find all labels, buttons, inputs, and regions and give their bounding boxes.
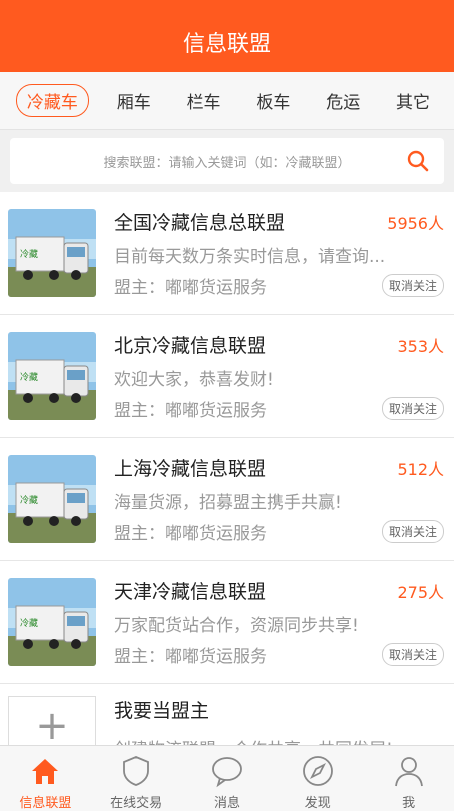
app-header: 信息联盟 [0, 0, 454, 72]
unfollow-button[interactable]: 取消关注 [381, 520, 444, 543]
category-tabs: 冷藏车 厢车 栏车 板车 危运 其它 [0, 72, 454, 130]
search-placeholder: 搜索联盟：请输入关键词（如：冷藏联盟） [103, 155, 351, 171]
item-owner: 盟主：嘟嘟货运服务 [114, 401, 267, 421]
unfollow-button[interactable]: 取消关注 [381, 274, 444, 297]
item-owner: 盟主：嘟嘟货运服务 [114, 647, 267, 667]
nav-messages[interactable]: 消息 [183, 754, 271, 811]
nav-label: 我 [402, 796, 416, 811]
svg-text:冷藏: 冷藏 [20, 248, 38, 260]
truck-thumbnail: 冷藏 [8, 209, 96, 297]
create-alliance-title: 我要当盟主 [114, 700, 210, 722]
truck-thumbnail: 冷藏 [8, 332, 96, 420]
list-item[interactable]: 冷藏 北京冷藏信息联盟 353人 欢迎大家，恭喜发财! 盟主：嘟嘟货运服务 取消… [0, 315, 454, 438]
list-item[interactable]: 冷藏 全国冷藏信息总联盟 5956人 目前每天数万条实时信息，请查询... 盟主… [0, 192, 454, 315]
tab-stake-truck[interactable]: 栏车 [179, 84, 229, 117]
page-title: 信息联盟 [182, 32, 271, 57]
shield-icon [123, 756, 150, 786]
bottom-nav: 信息联盟 在线交易 消息 发现 我 [0, 745, 454, 811]
nav-label: 发现 [304, 796, 331, 811]
svg-text:冷藏: 冷藏 [20, 371, 38, 383]
truck-thumbnail: 冷藏 [8, 455, 96, 543]
item-description: 万家配货站合作，资源同步共享! [114, 615, 359, 636]
item-title: 天津冷藏信息联盟 [114, 581, 267, 603]
tab-refrigerated[interactable]: 冷藏车 [15, 84, 89, 117]
member-count: 275人 [397, 582, 444, 602]
svg-text:冷藏: 冷藏 [20, 617, 38, 629]
compass-icon [302, 756, 333, 786]
unfollow-button[interactable]: 取消关注 [381, 643, 444, 666]
chat-icon [212, 757, 242, 788]
item-title: 全国冷藏信息总联盟 [114, 212, 286, 234]
list-item[interactable]: 冷藏 天津冷藏信息联盟 275人 万家配货站合作，资源同步共享! 盟主：嘟嘟货运… [0, 561, 454, 684]
unfollow-button[interactable]: 取消关注 [381, 397, 444, 420]
tab-flatbed[interactable]: 板车 [248, 84, 298, 117]
list-item[interactable]: 冷藏 上海冷藏信息联盟 512人 海量货源，招募盟主携手共赢! 盟主：嘟嘟货运服… [0, 438, 454, 561]
nav-trade[interactable]: 在线交易 [92, 754, 180, 811]
svg-text:冷藏: 冷藏 [20, 494, 38, 506]
item-title: 北京冷藏信息联盟 [114, 335, 267, 357]
tab-hazmat[interactable]: 危运 [318, 84, 368, 117]
nav-discover[interactable]: 发现 [274, 754, 362, 811]
item-owner: 盟主：嘟嘟货运服务 [114, 524, 267, 544]
nav-alliance[interactable]: 信息联盟 [1, 754, 89, 811]
search-input[interactable]: 搜索联盟：请输入关键词（如：冷藏联盟） [10, 138, 444, 184]
nav-label: 在线交易 [110, 796, 163, 811]
item-description: 海量货源，招募盟主携手共赢! [114, 492, 342, 513]
item-description: 欢迎大家，恭喜发财! [114, 369, 274, 390]
create-alliance-item[interactable]: + 我要当盟主 创建物流联盟，合作共享，共同发展! [0, 684, 454, 760]
search-area: 搜索联盟：请输入关键词（如：冷藏联盟） [0, 130, 454, 192]
tab-van[interactable]: 厢车 [109, 84, 159, 117]
member-count: 5956人 [387, 213, 444, 233]
nav-label: 信息联盟 [19, 796, 72, 811]
search-icon[interactable] [406, 149, 430, 173]
item-owner: 盟主：嘟嘟货运服务 [114, 278, 267, 298]
tab-other[interactable]: 其它 [388, 84, 438, 117]
nav-label: 消息 [213, 796, 240, 811]
member-count: 512人 [397, 459, 444, 479]
truck-thumbnail: 冷藏 [8, 578, 96, 666]
item-title: 上海冷藏信息联盟 [114, 458, 267, 480]
user-icon [394, 757, 423, 787]
member-count: 353人 [397, 336, 444, 356]
alliance-list: 冷藏 全国冷藏信息总联盟 5956人 目前每天数万条实时信息，请查询... 盟主… [0, 192, 454, 760]
home-icon [32, 759, 59, 784]
nav-me[interactable]: 我 [365, 754, 453, 811]
item-description: 目前每天数万条实时信息，请查询... [114, 246, 386, 267]
